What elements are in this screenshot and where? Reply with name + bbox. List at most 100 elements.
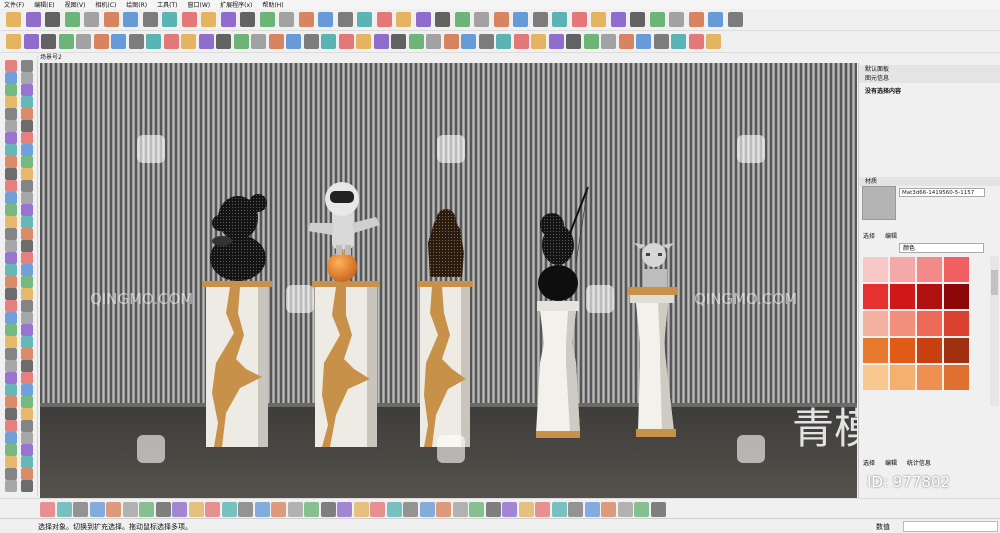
tool-icon[interactable] (21, 312, 33, 324)
toolbar-button-icon[interactable] (571, 12, 587, 27)
toolbar-button-icon[interactable] (493, 12, 509, 27)
tool-icon[interactable] (5, 240, 17, 252)
tool-icon[interactable] (5, 372, 17, 384)
toolbar-button-icon[interactable] (251, 34, 266, 49)
menu-item-7[interactable]: 扩展程序(x) (220, 0, 252, 9)
tool-icon[interactable] (21, 336, 33, 348)
tool-icon[interactable] (5, 72, 17, 84)
menu-item-4[interactable]: 绘图(R) (126, 0, 147, 9)
toolbar-button-icon[interactable] (474, 12, 489, 27)
toolbar-button-icon[interactable] (415, 12, 431, 27)
tool-icon[interactable] (21, 180, 33, 192)
toolbar-button-icon[interactable] (128, 34, 144, 49)
bottom-toolbar-icon[interactable] (172, 502, 187, 517)
tool-icon[interactable] (21, 108, 33, 120)
bottom-toolbar-icon[interactable] (40, 502, 55, 517)
toolbar-button-icon[interactable] (548, 34, 564, 49)
collection-select[interactable]: 颜色 (899, 243, 984, 253)
tool-icon[interactable] (21, 60, 33, 72)
toolbar-button-icon[interactable] (318, 12, 333, 27)
menu-item-2[interactable]: 视图(V) (65, 0, 86, 9)
bottom-toolbar-icon[interactable] (518, 502, 534, 517)
tool-icon[interactable] (5, 264, 17, 276)
toolbar-button-icon[interactable] (636, 34, 651, 49)
tool-icon[interactable] (5, 216, 17, 228)
toolbar-button-icon[interactable] (496, 34, 511, 49)
tool-icon[interactable] (5, 156, 17, 168)
entity-info-header[interactable]: 图元信息 (859, 74, 1000, 83)
tool-icon[interactable] (21, 216, 33, 228)
toolbar-button-icon[interactable] (630, 12, 645, 27)
bottom-toolbar-icon[interactable] (238, 502, 253, 517)
tool-icon[interactable] (5, 420, 17, 432)
toolbar-button-icon[interactable] (591, 12, 606, 27)
tool-icon[interactable] (21, 120, 33, 132)
toolbar-button-icon[interactable] (163, 34, 179, 49)
toolbar-button-icon[interactable] (259, 12, 275, 27)
toolbar-button-icon[interactable] (111, 34, 126, 49)
bottom-toolbar-icon[interactable] (551, 502, 567, 517)
bottom-toolbar-icon[interactable] (617, 502, 633, 517)
bottom-toolbar-icon[interactable] (353, 502, 369, 517)
bottom-toolbar-icon[interactable] (106, 502, 121, 517)
tool-icon[interactable] (5, 312, 17, 324)
tool-icon[interactable] (21, 372, 33, 384)
tool-icon[interactable] (5, 432, 17, 444)
tool-icon[interactable] (5, 444, 17, 456)
tool-icon[interactable] (5, 108, 17, 120)
tool-icon[interactable] (21, 456, 33, 468)
tool-icon[interactable] (5, 96, 17, 108)
toolbar-button-icon[interactable] (396, 12, 411, 27)
measurements-input[interactable] (903, 521, 998, 532)
menu-item-1[interactable]: 编辑(E) (34, 0, 54, 9)
material-swatch[interactable] (890, 284, 915, 309)
tool-icon[interactable] (21, 240, 33, 252)
material-swatch[interactable] (944, 365, 969, 390)
tool-icon[interactable] (21, 132, 33, 144)
tab-statistics[interactable]: 统计信息 (907, 460, 931, 467)
toolbar-button-icon[interactable] (688, 34, 704, 49)
material-swatch[interactable] (917, 257, 942, 282)
tool-icon[interactable] (21, 72, 33, 84)
toolbar-button-icon[interactable] (6, 34, 21, 49)
tool-icon[interactable] (21, 96, 33, 108)
toolbar-button-icon[interactable] (6, 12, 21, 27)
tool-icon[interactable] (21, 384, 33, 396)
tool-icon[interactable] (21, 168, 33, 180)
toolbar-button-icon[interactable] (671, 34, 686, 49)
bottom-toolbar-icon[interactable] (89, 502, 105, 517)
toolbar-button-icon[interactable] (610, 12, 626, 27)
materials-tab-select[interactable]: 选择 (863, 231, 875, 240)
tool-icon[interactable] (5, 168, 17, 180)
toolbar-button-icon[interactable] (669, 12, 684, 27)
bottom-toolbar-icon[interactable] (584, 502, 600, 517)
bottom-toolbar-icon[interactable] (370, 502, 385, 517)
tool-icon[interactable] (5, 384, 17, 396)
tool-icon[interactable] (21, 300, 33, 312)
tool-icon[interactable] (5, 192, 17, 204)
tool-icon[interactable] (21, 432, 33, 444)
toolbar-button-icon[interactable] (286, 34, 301, 49)
tool-icon[interactable] (5, 336, 17, 348)
material-swatch[interactable] (917, 311, 942, 336)
toolbar-button-icon[interactable] (583, 34, 599, 49)
tool-icon[interactable] (5, 180, 17, 192)
tool-icon[interactable] (5, 360, 17, 372)
tool-icon[interactable] (21, 204, 33, 216)
bottom-toolbar-icon[interactable] (155, 502, 171, 517)
bottom-toolbar-icon[interactable] (56, 502, 72, 517)
toolbar-button-icon[interactable] (454, 12, 470, 27)
material-swatch[interactable] (863, 284, 888, 309)
tool-icon[interactable] (5, 276, 17, 288)
material-swatch[interactable] (863, 365, 888, 390)
toolbar-button-icon[interactable] (688, 12, 704, 27)
tool-icon[interactable] (21, 264, 33, 276)
bottom-toolbar-icon[interactable] (568, 502, 583, 517)
toolbar-button-icon[interactable] (298, 12, 314, 27)
toolbar-button-icon[interactable] (566, 34, 581, 49)
toolbar-button-icon[interactable] (25, 12, 41, 27)
tool-icon[interactable] (21, 408, 33, 420)
bottom-toolbar-icon[interactable] (320, 502, 336, 517)
toolbar-button-icon[interactable] (552, 12, 567, 27)
bottom-toolbar-icon[interactable] (254, 502, 270, 517)
